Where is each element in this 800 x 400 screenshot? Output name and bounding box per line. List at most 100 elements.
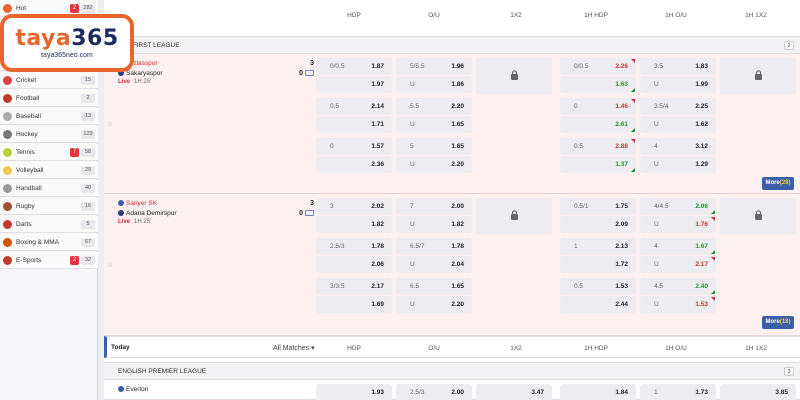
odds-line: U xyxy=(410,301,415,308)
odds-price: 1.63 xyxy=(615,81,628,88)
match-teams[interactable]: Tuzlasspor 3 Sakaryaspor 0 Live 1H 25' xyxy=(118,58,314,85)
odds-cell[interactable]: U 2.04 xyxy=(396,256,472,273)
odds-cell[interactable]: 0/0.5 1.87 xyxy=(316,58,392,75)
event-count-badge: 282 xyxy=(81,3,95,13)
odds-cell[interactable]: 5/5.5 1.96 xyxy=(396,58,472,75)
event-count-badge: 67 xyxy=(81,237,95,247)
odds-cell[interactable]: 3 2.02 xyxy=(316,198,392,215)
odds-price: 1.65 xyxy=(451,143,464,150)
odds-cell[interactable]: 2.61 xyxy=(560,116,636,133)
odds-cell[interactable]: 0.5/1 1.75 xyxy=(560,198,636,215)
match-teams[interactable]: Sariyer SK 3 Adana Demirspor 0 Live 1H 25' xyxy=(118,198,314,225)
lock-icon xyxy=(754,210,763,222)
favorite-star-icon[interactable]: ☆ xyxy=(107,261,113,269)
sidebar-item[interactable]: Tennis 7 58 xyxy=(0,144,98,161)
odds-cell[interactable]: 1.97 xyxy=(316,76,392,93)
more-markets-button[interactable]: More(28) xyxy=(762,177,794,190)
odds-cell[interactable]: 0.5 1.53 xyxy=(560,278,636,295)
odds-price: 2.36 xyxy=(371,161,384,168)
odds-cell[interactable]: 1.71 xyxy=(316,116,392,133)
sidebar-item[interactable]: Darts 5 xyxy=(0,216,98,233)
odds-price: 2.20 xyxy=(451,103,464,110)
odds-cell[interactable]: 2.36 xyxy=(316,156,392,173)
more-label: More xyxy=(765,319,780,325)
odds-cell[interactable]: 1.69 xyxy=(316,296,392,313)
odds-cell[interactable]: 3.85 xyxy=(720,384,796,400)
odds-cell[interactable]: 0 1.46 xyxy=(560,98,636,115)
odds-cell[interactable]: U 1.53 xyxy=(640,296,716,313)
odds-line: 6.5/7 xyxy=(410,243,425,250)
odds-price: 1.78 xyxy=(451,243,464,250)
odds-cell[interactable]: 0/0.5 2.26 xyxy=(560,58,636,75)
odds-cell[interactable]: 4.5 2.40 xyxy=(640,278,716,295)
odds-cell[interactable]: 2.5/3 2.00 xyxy=(396,384,472,400)
odds-cell[interactable]: U 2.20 xyxy=(396,156,472,173)
odds-cell[interactable]: 4/4.5 2.06 xyxy=(640,198,716,215)
sidebar-item[interactable]: Baseball 13 xyxy=(0,108,98,125)
odds-cell[interactable]: 1.82 xyxy=(316,216,392,233)
odds-up-arrow-icon xyxy=(631,88,635,92)
odds-cell[interactable]: 3.47 xyxy=(476,384,552,400)
odds-cell[interactable]: 1.37 xyxy=(560,156,636,173)
sidebar-item[interactable]: Cricket 15 xyxy=(0,72,98,89)
odds-cell[interactable]: 4 1.67 xyxy=(640,238,716,255)
odds-price: 2.20 xyxy=(451,161,464,168)
odds-cell[interactable]: 5 1.65 xyxy=(396,138,472,155)
odds-cell[interactable]: U 1.86 xyxy=(396,76,472,93)
odds-cell[interactable]: U 2.20 xyxy=(396,296,472,313)
live-stream-icon[interactable] xyxy=(305,70,314,76)
odds-cell[interactable]: 0.5 2.88 xyxy=(560,138,636,155)
all-matches-dropdown[interactable]: All Matches ▾ xyxy=(273,344,315,352)
live-stream-icon[interactable] xyxy=(305,210,314,216)
odds-cell[interactable]: 3/3.5 2.17 xyxy=(316,278,392,295)
sidebar-item[interactable]: Football 2 xyxy=(0,90,98,107)
more-markets-button[interactable]: More(18) xyxy=(762,316,794,329)
match-teams[interactable]: Everton xyxy=(118,384,314,394)
odds-cell[interactable]: 1.63 xyxy=(560,76,636,93)
odds-cell[interactable]: 1.84 xyxy=(560,384,636,400)
odds-price: 1.72 xyxy=(615,261,628,268)
odds-cell[interactable]: U 1.82 xyxy=(396,216,472,233)
event-count-badge: 32 xyxy=(81,255,95,265)
odds-cell[interactable]: U 1.29 xyxy=(640,156,716,173)
odds-cell[interactable]: 2.5/3 1.78 xyxy=(316,238,392,255)
odds-price: 1.73 xyxy=(695,389,708,396)
odds-cell[interactable]: 0 1.57 xyxy=(316,138,392,155)
odds-cell[interactable]: 2.06 xyxy=(316,256,392,273)
odds-cell[interactable]: 6.5/7 1.78 xyxy=(396,238,472,255)
odds-cell[interactable]: 1 2.13 xyxy=(560,238,636,255)
odds-cell[interactable]: U 1.62 xyxy=(640,116,716,133)
odds-cell[interactable]: 0.5 2.14 xyxy=(316,98,392,115)
odds-cell[interactable]: 5.5 2.20 xyxy=(396,98,472,115)
odds-cell[interactable]: U 1.99 xyxy=(640,76,716,93)
odds-cell[interactable]: 3.5 1.83 xyxy=(640,58,716,75)
odds-cell[interactable]: 1 1.73 xyxy=(640,384,716,400)
sidebar-item[interactable]: Handball 40 xyxy=(0,180,98,197)
odds-cell[interactable]: 7 2.00 xyxy=(396,198,472,215)
odds-cell[interactable]: 1.93 xyxy=(316,384,392,400)
odds-cell[interactable]: U 2.17 xyxy=(640,256,716,273)
sidebar-item-label: Darts xyxy=(16,220,32,228)
league-header-epl[interactable]: ENGLISH PREMIER LEAGUE 3 xyxy=(104,362,800,380)
sidebar-item-label: Handball xyxy=(16,184,42,192)
sidebar-item[interactable]: Volleyball 29 xyxy=(0,162,98,179)
sidebar-item-label: Cricket xyxy=(16,76,37,84)
column-header: O/U xyxy=(428,12,440,19)
odds-price: 2.00 xyxy=(451,389,464,396)
odds-cell[interactable]: 4 3.12 xyxy=(640,138,716,155)
odds-cell[interactable]: 2.44 xyxy=(560,296,636,313)
column-header: O/U xyxy=(428,345,440,352)
sidebar-item[interactable]: Rugby 16 xyxy=(0,198,98,215)
sidebar-item[interactable]: E-Sports 2 32 xyxy=(0,252,98,269)
sidebar-item[interactable]: Hockey 123 xyxy=(0,126,98,143)
odds-cell[interactable]: 3.5/4 2.25 xyxy=(640,98,716,115)
favorite-star-icon[interactable]: ☆ xyxy=(107,120,113,128)
sidebar-item[interactable]: Boxing & MMA 67 xyxy=(0,234,98,251)
odds-cell[interactable]: U 1.65 xyxy=(396,116,472,133)
sidebar-item-label: Baseball xyxy=(16,112,41,120)
odds-cell[interactable]: 1.72 xyxy=(560,256,636,273)
odds-cell[interactable]: 2.09 xyxy=(560,216,636,233)
league-header[interactable]: KEY FIRST LEAGUE 2 xyxy=(104,36,800,54)
odds-cell[interactable]: U 1.76 xyxy=(640,216,716,233)
odds-cell[interactable]: 6.5 1.65 xyxy=(396,278,472,295)
